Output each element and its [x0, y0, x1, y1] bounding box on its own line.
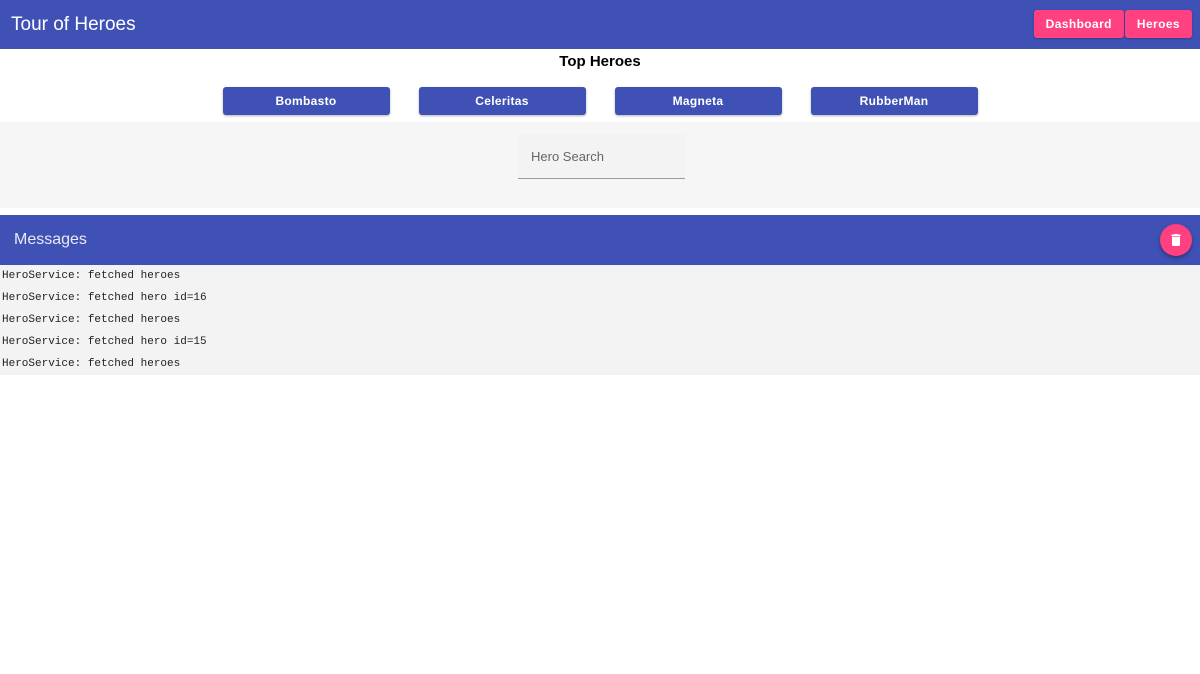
hero-search-section [0, 122, 1200, 208]
hero-button-celeritas[interactable]: Celeritas [418, 87, 586, 115]
heroes-nav-button[interactable]: Heroes [1124, 10, 1192, 38]
messages-list: HeroService: fetched heroes HeroService:… [0, 265, 1200, 375]
messages-toolbar: Messages [0, 215, 1200, 265]
message-item: HeroService: fetched heroes [2, 314, 181, 326]
hero-search-field [518, 134, 685, 179]
hero-button-rubberman[interactable]: RubberMan [810, 87, 978, 115]
message-item: HeroService: fetched heroes [2, 358, 181, 370]
dashboard-nav-button[interactable]: Dashboard [1033, 10, 1124, 38]
hero-search-input[interactable] [518, 134, 685, 178]
app-toolbar: Tour of Heroes Dashboard Heroes [0, 0, 1200, 49]
message-item: HeroService: fetched hero id=16 [2, 292, 207, 304]
messages-title: Messages [14, 231, 87, 248]
app-title: Tour of Heroes [11, 13, 136, 35]
message-item: HeroService: fetched hero id=15 [2, 336, 207, 348]
top-heroes-list: Bombasto Celeritas Magneta RubberMan [0, 87, 1200, 115]
message-item: HeroService: fetched heroes [2, 270, 181, 282]
main-nav: Dashboard Heroes [1033, 10, 1192, 38]
hero-button-magneta[interactable]: Magneta [614, 87, 782, 115]
top-heroes-heading: Top Heroes [559, 53, 641, 70]
trash-icon [1168, 232, 1184, 248]
clear-messages-button[interactable] [1160, 224, 1192, 256]
hero-button-bombasto[interactable]: Bombasto [222, 87, 390, 115]
